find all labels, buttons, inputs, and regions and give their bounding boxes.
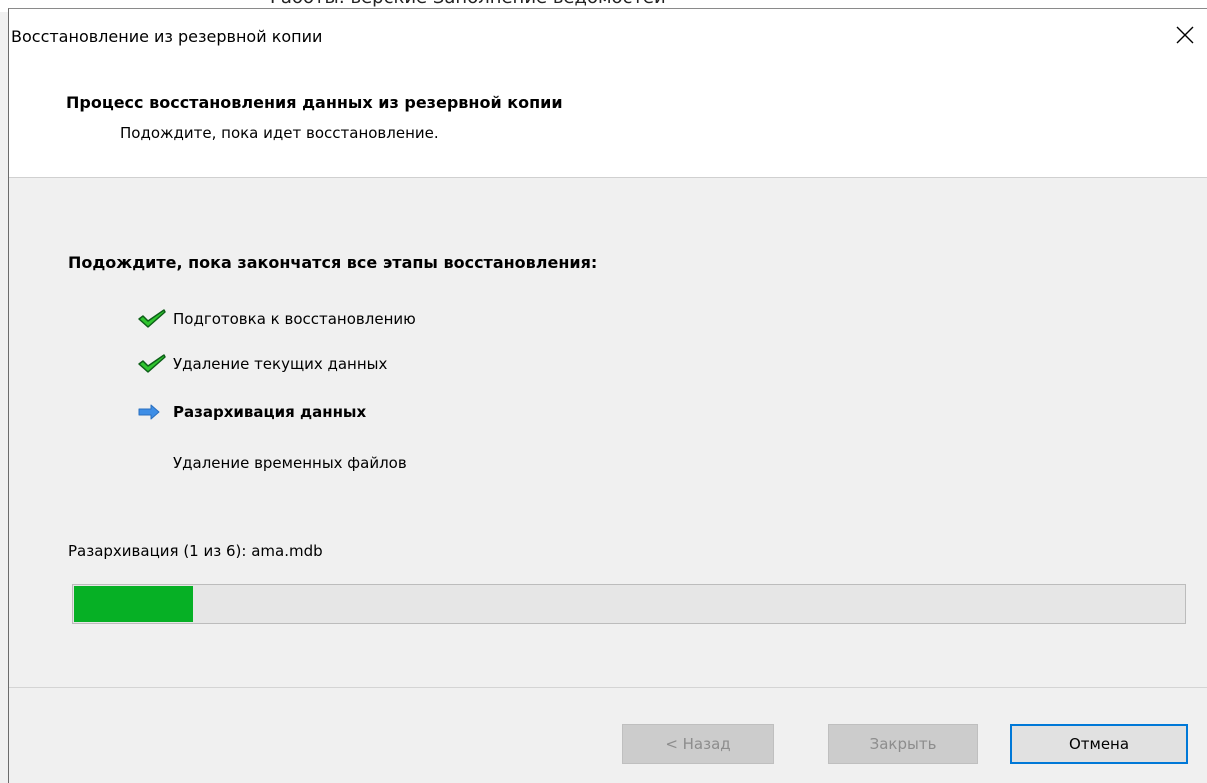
progress-fill — [74, 586, 193, 622]
title-bar: Восстановление из резервной копии — [9, 9, 1207, 61]
progress-status: Разархивация (1 из 6): ama.mdb — [68, 542, 323, 560]
step-delete-current: Удаление текущих данных — [137, 352, 387, 376]
checkmark-icon — [138, 354, 166, 373]
dialog-title: Восстановление из резервной копии — [11, 27, 323, 46]
close-dialog-button[interactable]: Закрыть — [828, 724, 978, 764]
checkmark-icon — [138, 309, 166, 328]
step-label: Разархивация данных — [173, 403, 367, 421]
cancel-button[interactable]: Отмена — [1010, 724, 1188, 764]
divider — [9, 687, 1207, 688]
close-icon — [1176, 26, 1194, 44]
wizard-header: Процесс восстановления данных из резервн… — [9, 61, 1207, 178]
step-prepare: Подготовка к восстановлению — [137, 307, 416, 331]
step-label: Удаление текущих данных — [173, 355, 388, 373]
header-subtitle: Подождите, пока идет восстановление. — [120, 124, 439, 142]
step-label: Удаление временных файлов — [173, 454, 407, 472]
progress-bar — [72, 584, 1186, 624]
header-title: Процесс восстановления данных из резервн… — [66, 93, 563, 112]
background-window-title: Работы: верские Заполнение ведомостей — [270, 0, 666, 8]
step-delete-temp: Удаление временных файлов — [137, 451, 407, 475]
restore-dialog: Восстановление из резервной копии Процес… — [8, 8, 1207, 783]
steps-heading: Подождите, пока закончатся все этапы вос… — [68, 253, 598, 272]
arrow-right-icon — [138, 404, 160, 420]
back-button[interactable]: < Назад — [622, 724, 774, 764]
step-unarchive: Разархивация данных — [137, 400, 366, 424]
close-button[interactable] — [1163, 9, 1207, 61]
step-label: Подготовка к восстановлению — [173, 310, 416, 328]
